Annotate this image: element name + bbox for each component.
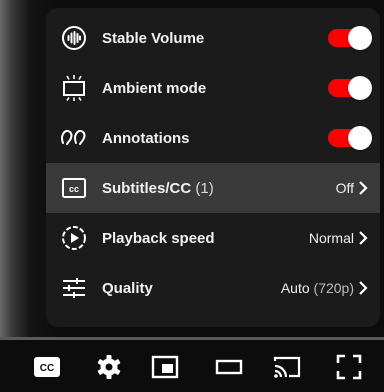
- settings-gear-icon: [97, 355, 121, 379]
- miniplayer-button[interactable]: [150, 354, 180, 380]
- cast-button[interactable]: [272, 354, 302, 380]
- menu-item-subtitles[interactable]: cc Subtitles/CC (1) Off: [46, 163, 380, 213]
- subtitles-label: Subtitles/CC: [102, 179, 192, 197]
- menu-item-label: Ambient mode: [102, 79, 207, 97]
- annotations-icon: [60, 124, 88, 152]
- menu-item-label: Playback speed: [102, 229, 215, 247]
- quality-value: Auto (720p): [281, 280, 354, 296]
- cast-icon: [273, 356, 301, 378]
- annotations-toggle[interactable]: [328, 126, 372, 150]
- chevron-right-icon: [359, 181, 368, 195]
- quality-icon: [60, 274, 88, 302]
- subtitles-track-count: (1): [195, 179, 214, 197]
- menu-item-ambient-mode[interactable]: Ambient mode: [46, 63, 380, 113]
- menu-item-label: Quality: [102, 279, 153, 297]
- chevron-right-icon: [359, 231, 368, 245]
- ambient-mode-icon: [60, 74, 88, 102]
- toggle-knob: [348, 76, 372, 100]
- menu-item-label: Subtitles/CC (1): [102, 180, 214, 197]
- playback-speed-value: Normal: [308, 230, 354, 246]
- theater-mode-icon: [215, 359, 243, 375]
- subtitles-icon: CC: [34, 357, 60, 377]
- settings-button[interactable]: [94, 354, 124, 380]
- toggle-knob: [348, 126, 372, 150]
- player-control-bar: CC: [0, 340, 384, 392]
- menu-item-annotations[interactable]: Annotations: [46, 113, 380, 163]
- svg-text:CC: CC: [40, 363, 54, 374]
- menu-item-label: Stable Volume: [102, 29, 205, 47]
- stable-volume-toggle[interactable]: [328, 26, 372, 50]
- subtitles-button[interactable]: CC: [32, 354, 62, 380]
- miniplayer-icon: [151, 355, 179, 379]
- menu-item-quality[interactable]: Quality Auto (720p): [46, 263, 380, 313]
- theater-mode-button[interactable]: [214, 354, 244, 380]
- chevron-right-icon: [359, 281, 368, 295]
- video-player: Stable Volume Ambient mode Annotations c…: [0, 0, 384, 392]
- menu-item-stable-volume[interactable]: Stable Volume: [46, 13, 380, 63]
- subtitles-icon: cc: [60, 174, 88, 202]
- svg-text:cc: cc: [69, 184, 79, 194]
- settings-menu: Stable Volume Ambient mode Annotations c…: [46, 8, 380, 327]
- playback-speed-icon: [60, 224, 88, 252]
- fullscreen-icon: [336, 354, 362, 380]
- fullscreen-button[interactable]: [334, 354, 364, 380]
- menu-item-label: Annotations: [102, 129, 190, 147]
- quality-value-resolution: (720p): [313, 280, 354, 296]
- subtitles-value: Off: [335, 180, 354, 196]
- toggle-knob: [348, 26, 372, 50]
- menu-item-playback-speed[interactable]: Playback speed Normal: [46, 213, 380, 263]
- ambient-mode-toggle[interactable]: [328, 76, 372, 100]
- stable-volume-icon: [60, 24, 88, 52]
- quality-value-main: Auto: [280, 280, 310, 296]
